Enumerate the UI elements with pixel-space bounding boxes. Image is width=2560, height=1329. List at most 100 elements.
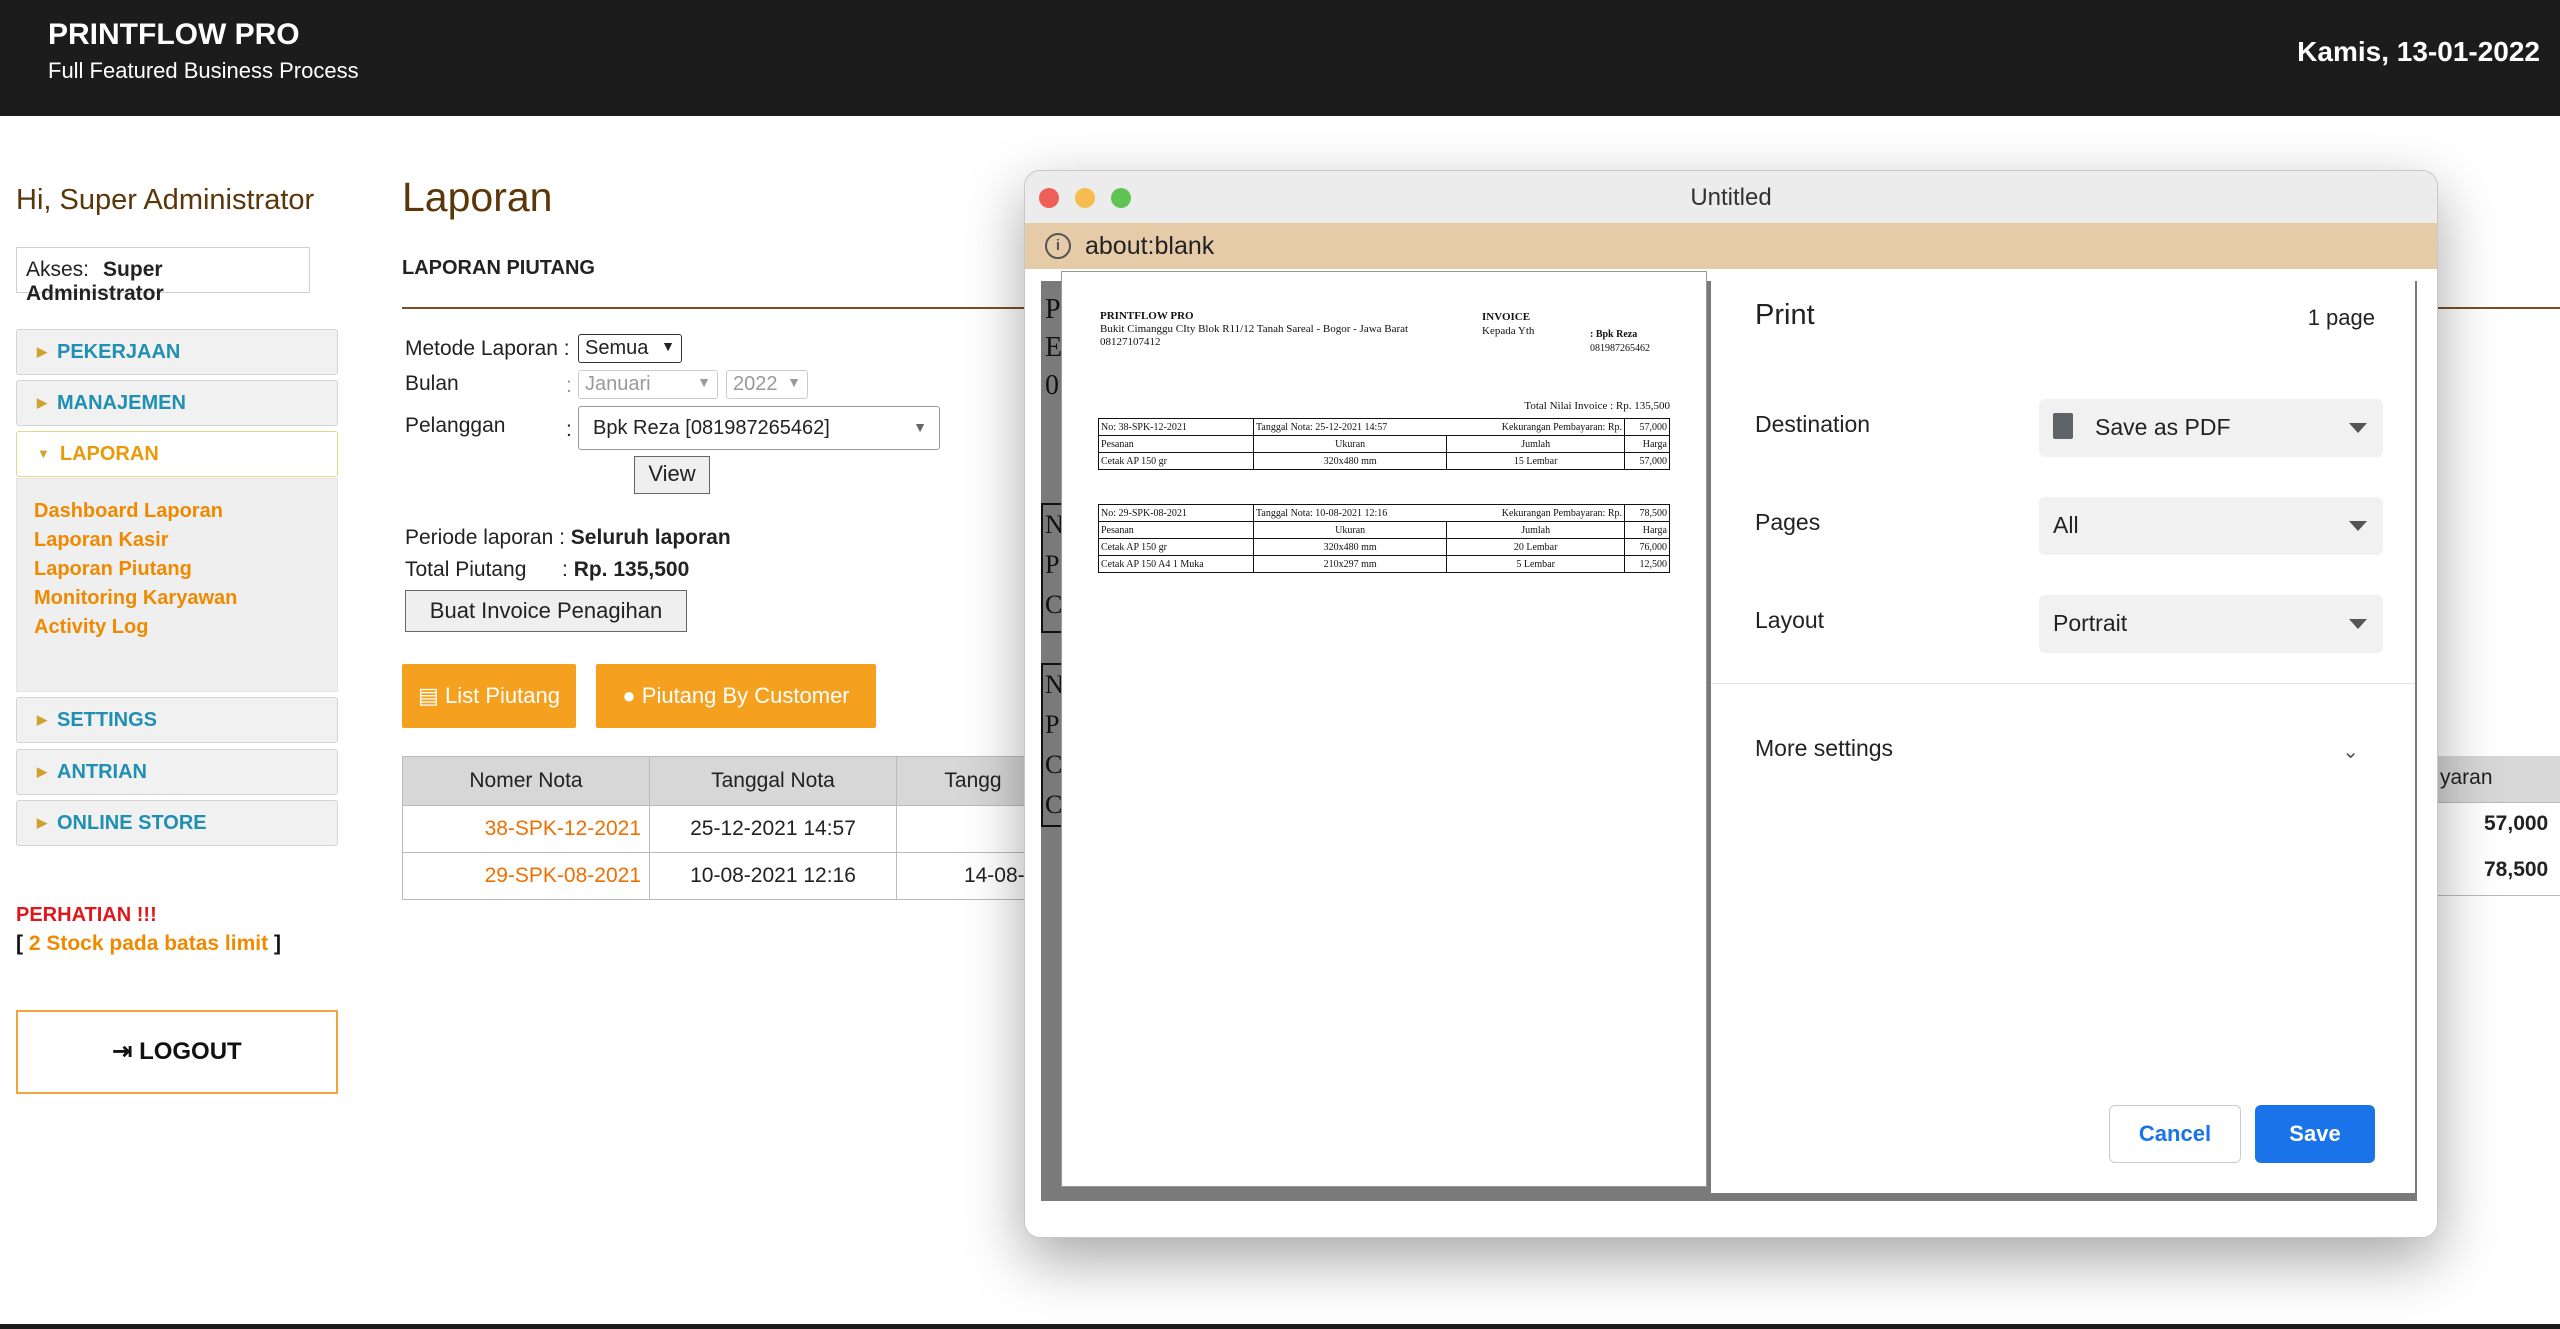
destination-value: Save as PDF bbox=[2095, 414, 2231, 440]
submenu-laporan-kasir[interactable]: Laporan Kasir bbox=[34, 526, 337, 555]
chevron-down-icon bbox=[2349, 521, 2367, 531]
table-row: Pesanan Ukuran Jumlah Harga bbox=[1098, 521, 1670, 539]
nota-link[interactable]: 38-SPK-12-2021 bbox=[402, 805, 650, 853]
total-piutang: : Rp. 135,500 bbox=[562, 558, 689, 582]
tanggal-cell: 25-12-2021 14:57 bbox=[649, 805, 897, 853]
bg-letter: P bbox=[1045, 294, 1061, 325]
print-title: Print bbox=[1755, 299, 1815, 331]
cell-ukuran: 320x480 mm bbox=[1252, 538, 1448, 556]
chevron-down-icon bbox=[2349, 619, 2367, 629]
stock-limit-notice: [ 2 Stock pada batas limit ] bbox=[16, 932, 281, 956]
block-kekurangan-value: 57,000 bbox=[1624, 418, 1670, 436]
invoice-customer: : Bpk Reza bbox=[1590, 329, 1638, 340]
cell-pesanan: Cetak AP 150 A4 1 Muka bbox=[1098, 555, 1254, 573]
col-nomer-nota: Nomer Nota bbox=[402, 756, 650, 806]
chevron-down-icon bbox=[2349, 423, 2367, 433]
piutang-by-customer-button[interactable]: ● Piutang By Customer bbox=[596, 664, 876, 728]
menu-manajemen[interactable]: ▶ MANAJEMEN bbox=[16, 380, 338, 426]
invoice-customer-phone: 081987265462 bbox=[1590, 343, 1650, 354]
total-piutang-label: Total Piutang bbox=[405, 558, 527, 581]
total-piutang-value: Rp. 135,500 bbox=[573, 558, 690, 581]
tahun-value: 2022 bbox=[733, 373, 778, 395]
menu-label: ANTRIAN bbox=[57, 761, 147, 783]
chevron-down-icon[interactable]: ⌄ bbox=[2342, 739, 2359, 764]
pages-select[interactable]: All bbox=[2039, 497, 2383, 555]
caret-right-icon: ▶ bbox=[37, 395, 47, 410]
file-icon: ▤ bbox=[418, 683, 439, 708]
save-button[interactable]: Save bbox=[2255, 1105, 2375, 1163]
logout-icon: ⇥ bbox=[112, 1038, 133, 1065]
bg-column-letters: P E 0 bbox=[1045, 291, 1062, 405]
table-header-row: Nomer Nota Tanggal Nota Tangg bbox=[402, 756, 1050, 806]
layout-label: Layout bbox=[1755, 607, 1825, 633]
layout-select[interactable]: Portrait bbox=[2039, 595, 2383, 653]
window-titlebar: Untitled bbox=[1025, 171, 2437, 224]
bottom-edge bbox=[0, 1324, 2560, 1329]
pelanggan-select[interactable]: Bpk Reza [081987265462] ▼ bbox=[578, 406, 940, 450]
invoice-phone: 08127107412 bbox=[1100, 336, 1161, 348]
cancel-button[interactable]: Cancel bbox=[2109, 1105, 2241, 1163]
menu-label: PEKERJAAN bbox=[57, 341, 181, 363]
warning-title: PERHATIAN !!! bbox=[16, 904, 157, 926]
layout-value: Portrait bbox=[2053, 610, 2128, 636]
address-bar: i about:blank bbox=[1025, 223, 2437, 269]
top-bar: PRINTFLOW PRO Full Featured Business Pro… bbox=[0, 0, 2560, 116]
metode-label: Metode Laporan : bbox=[405, 337, 570, 360]
nota-link[interactable]: 29-SPK-08-2021 bbox=[402, 852, 650, 900]
view-button[interactable]: View bbox=[634, 456, 710, 494]
more-settings-toggle[interactable]: More settings bbox=[1755, 735, 1893, 762]
bg-letter: 0 bbox=[1045, 370, 1059, 401]
submenu-activity-log[interactable]: Activity Log bbox=[34, 613, 337, 642]
caret-right-icon: ▶ bbox=[37, 712, 47, 727]
block-no: No: 38-SPK-12-2021 bbox=[1098, 418, 1254, 436]
block-date: Tanggal Nota: 25-12-2021 14:57 bbox=[1252, 418, 1447, 436]
submenu-dashboard-laporan[interactable]: Dashboard Laporan bbox=[34, 497, 337, 526]
metode-select[interactable]: Semua ▼ bbox=[578, 334, 682, 363]
pelanggan-label: Pelanggan bbox=[405, 414, 506, 437]
menu-label: ONLINE STORE bbox=[57, 812, 207, 834]
right-value: 78,500 bbox=[2484, 858, 2549, 881]
col-ukuran: Ukuran bbox=[1252, 521, 1448, 539]
destination-label: Destination bbox=[1755, 411, 1871, 437]
caret-right-icon: ▶ bbox=[37, 344, 47, 359]
col-pesanan: Pesanan bbox=[1098, 435, 1254, 453]
col-jumlah: Jumlah bbox=[1446, 435, 1625, 453]
bulan-colon: : bbox=[566, 374, 572, 397]
bracket-close: ] bbox=[273, 932, 281, 955]
menu-label: MANAJEMEN bbox=[57, 392, 186, 414]
block-kekurangan-value: 78,500 bbox=[1624, 504, 1670, 522]
tahun-select[interactable]: 2022 ▼ bbox=[726, 370, 808, 399]
submenu-monitoring-karyawan[interactable]: Monitoring Karyawan bbox=[34, 584, 337, 613]
cell-pesanan: Cetak AP 150 gr bbox=[1098, 538, 1254, 556]
piutang-by-customer-label: Piutang By Customer bbox=[641, 683, 850, 708]
table-row: Pesanan Ukuran Jumlah Harga bbox=[1098, 435, 1670, 453]
destination-select[interactable]: Save as PDF bbox=[2039, 399, 2383, 457]
cell-harga: 76,000 bbox=[1624, 538, 1670, 556]
bulan-select[interactable]: Januari ▼ bbox=[578, 370, 718, 399]
periode-label: Periode laporan : bbox=[405, 526, 565, 549]
logout-button[interactable]: ⇥ LOGOUT bbox=[16, 1010, 338, 1094]
menu-antrian[interactable]: ▶ ANTRIAN bbox=[16, 749, 338, 795]
table-row: 38-SPK-12-2021 25-12-2021 14:57 bbox=[402, 805, 1050, 853]
submenu-laporan-piutang[interactable]: Laporan Piutang bbox=[34, 555, 337, 584]
access-label: Akses: bbox=[26, 258, 90, 281]
block-date: Tanggal Nota: 10-08-2021 12:16 bbox=[1252, 504, 1447, 522]
table-row: Cetak AP 150 gr 320x480 mm 15 Lembar 57,… bbox=[1098, 452, 1670, 470]
bulan-label: Bulan bbox=[405, 372, 459, 395]
menu-settings[interactable]: ▶ SETTINGS bbox=[16, 697, 338, 743]
list-piutang-button[interactable]: ▤ List Piutang bbox=[402, 664, 576, 728]
menu-online-store[interactable]: ▶ ONLINE STORE bbox=[16, 800, 338, 846]
caret-down-icon: ▼ bbox=[37, 446, 50, 461]
print-preview-sheet: PRINTFLOW PRO Bukit Cimanggu CIty Blok R… bbox=[1061, 271, 1707, 1187]
menu-pekerjaan[interactable]: ▶ PEKERJAAN bbox=[16, 329, 338, 375]
stock-limit-link[interactable]: 2 Stock pada batas limit bbox=[29, 932, 268, 955]
user-circle-icon: ● bbox=[622, 683, 636, 708]
info-icon[interactable]: i bbox=[1045, 233, 1071, 259]
menu-laporan[interactable]: ▼ LAPORAN bbox=[16, 431, 338, 477]
block-no: No: 29-SPK-08-2021 bbox=[1098, 504, 1254, 522]
page-title: Laporan bbox=[402, 174, 553, 220]
caret-right-icon: ▶ bbox=[37, 764, 47, 779]
access-box: Akses: Super Administrator bbox=[16, 247, 310, 305]
invoice-penagihan-button[interactable]: Buat Invoice Penagihan bbox=[405, 590, 687, 632]
print-settings-panel: Print 1 page Destination Save as PDF Pag… bbox=[1711, 269, 2415, 1193]
